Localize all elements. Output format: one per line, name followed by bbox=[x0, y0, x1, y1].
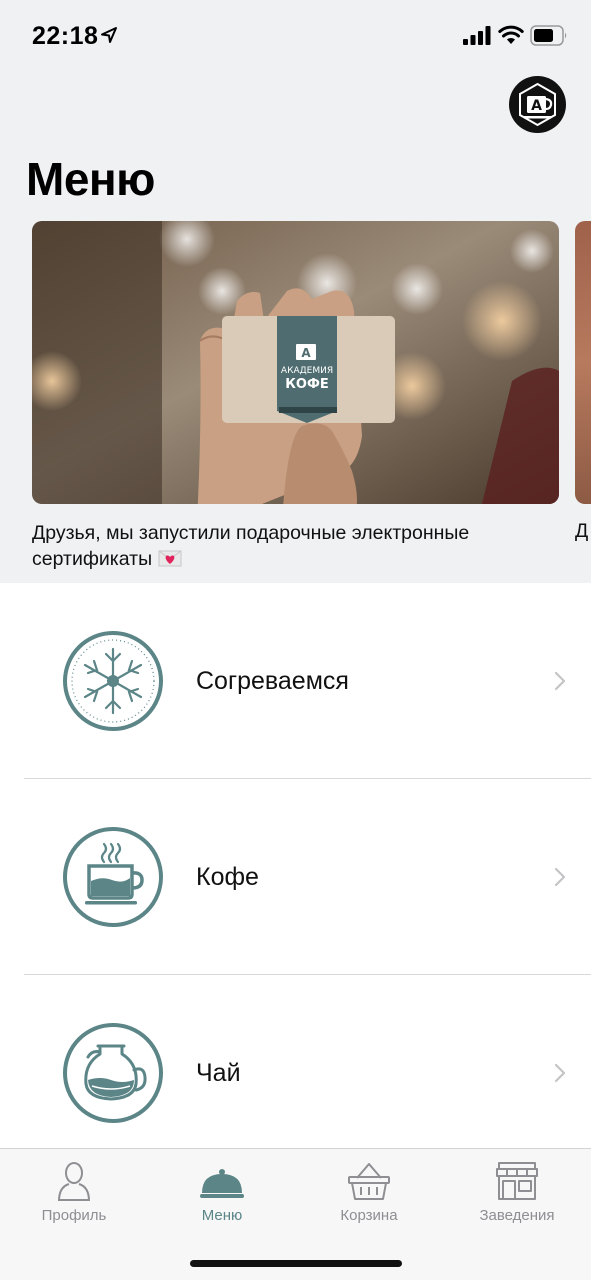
snowflake-icon bbox=[63, 631, 163, 731]
category-item-warming[interactable]: Согреваемся bbox=[0, 583, 591, 779]
next-banner-caption-peek: Д bbox=[575, 520, 589, 542]
location-arrow-icon bbox=[101, 27, 117, 43]
academy-coffee-logo-icon[interactable]: A bbox=[509, 76, 566, 133]
cloche-icon bbox=[200, 1169, 244, 1198]
tab-label: Заведения bbox=[479, 1207, 555, 1224]
teapot-icon bbox=[63, 1023, 163, 1123]
wifi-icon bbox=[498, 25, 524, 44]
banner-image: A АКАДЕМИЯ КОФЕ bbox=[32, 221, 559, 504]
chevron-right-icon bbox=[554, 867, 566, 887]
next-banner-peek[interactable] bbox=[575, 221, 591, 504]
chevron-right-icon bbox=[554, 1063, 566, 1083]
basket-icon bbox=[348, 1163, 390, 1200]
tab-cart[interactable]: Корзина bbox=[295, 1149, 443, 1239]
banner-caption-text: Друзья, мы запустили подарочные электрон… bbox=[32, 522, 470, 570]
page-title: Меню bbox=[26, 153, 155, 205]
card-brand-line2: КОФЕ bbox=[285, 377, 328, 392]
svg-text:A: A bbox=[531, 98, 542, 114]
svg-text:A: A bbox=[301, 346, 311, 360]
banner-caption: Друзья, мы запустили подарочные электрон… bbox=[32, 520, 552, 572]
coffee-cup-icon bbox=[63, 827, 163, 927]
home-indicator[interactable] bbox=[190, 1260, 402, 1267]
tab-label: Профиль bbox=[41, 1207, 107, 1224]
tab-label: Корзина bbox=[340, 1207, 398, 1224]
status-bar: 22:18 bbox=[0, 0, 591, 72]
logo-graphic: A bbox=[519, 82, 556, 127]
love-letter-icon bbox=[158, 550, 182, 567]
signal-icon bbox=[463, 26, 491, 45]
tab-menu[interactable]: Меню bbox=[148, 1149, 296, 1239]
category-item-coffee[interactable]: Кофе bbox=[0, 779, 591, 975]
category-item-tea[interactable]: Чай bbox=[0, 975, 591, 1171]
tab-venues[interactable]: Заведения bbox=[443, 1149, 591, 1239]
tab-profile[interactable]: Профиль bbox=[0, 1149, 148, 1239]
card-brand-line1: АКАДЕМИЯ bbox=[281, 366, 333, 376]
chevron-right-icon bbox=[554, 671, 566, 691]
tab-label: Меню bbox=[201, 1207, 243, 1224]
category-label: Чай bbox=[196, 1059, 241, 1087]
category-label: Согреваемся bbox=[196, 667, 349, 695]
battery-icon bbox=[530, 25, 567, 46]
profile-icon bbox=[58, 1162, 90, 1201]
gift-certificate-banner[interactable]: A АКАДЕМИЯ КОФЕ bbox=[32, 221, 559, 504]
storefront-icon bbox=[496, 1162, 538, 1200]
category-label: Кофе bbox=[196, 863, 259, 891]
status-time: 22:18 bbox=[32, 22, 99, 50]
